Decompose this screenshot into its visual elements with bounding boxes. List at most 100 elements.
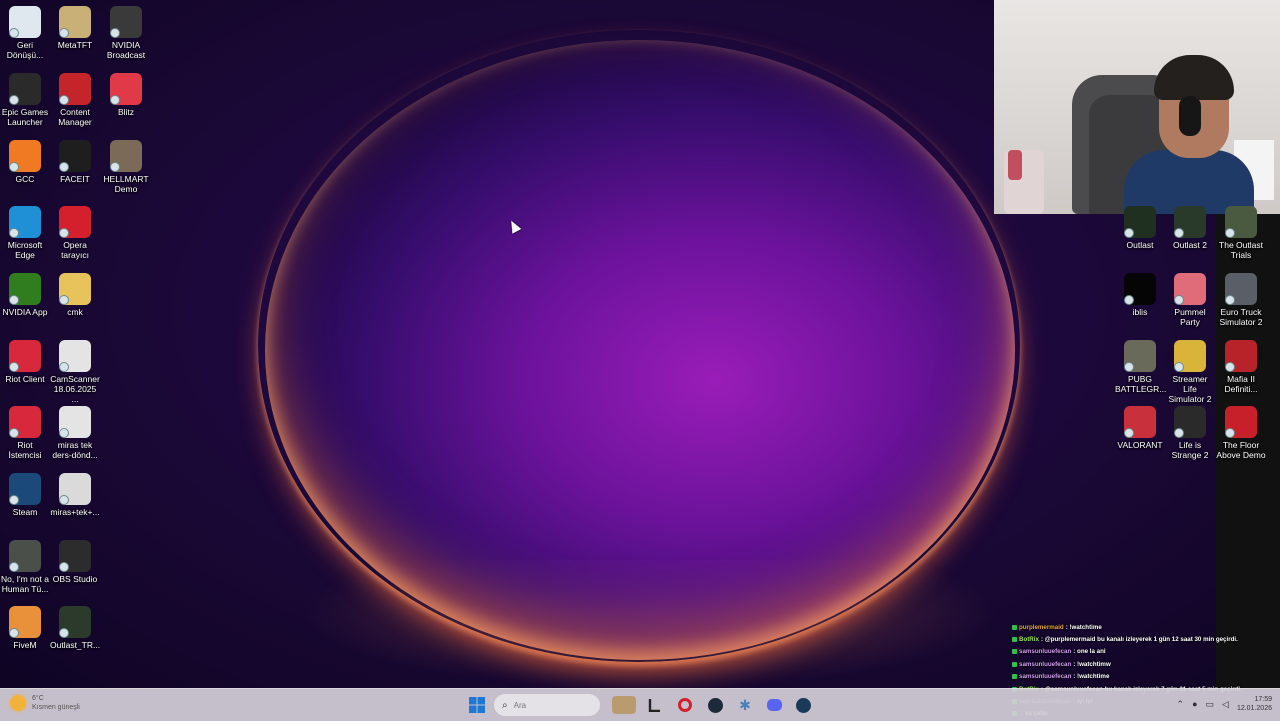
taskbar-terminal-icon[interactable] bbox=[646, 696, 664, 714]
life-is-strange-icon bbox=[1174, 406, 1206, 438]
desktop-shortcut[interactable]: Microsoft Edge bbox=[0, 206, 50, 260]
desktop-shortcut[interactable]: Streamer Life Simulator 2 bbox=[1165, 340, 1215, 404]
weather-widget[interactable]: 6°C Kısmen güneşli bbox=[10, 694, 80, 712]
desktop-shortcut-label: miras tek ders-dönd... bbox=[52, 440, 98, 460]
desktop-shortcut[interactable]: OBS Studio bbox=[50, 540, 100, 584]
desktop-shortcut[interactable]: GCC bbox=[0, 140, 50, 184]
sync-status-icon bbox=[59, 428, 69, 438]
desktop-shortcut[interactable]: miras+tek+... bbox=[50, 473, 100, 517]
desktop-shortcut[interactable]: Geri Dönüşü... bbox=[0, 6, 50, 60]
sync-status-icon bbox=[9, 362, 19, 372]
document-icon bbox=[59, 340, 91, 372]
desktop-shortcut[interactable]: MetaTFT bbox=[50, 6, 100, 50]
desktop-shortcut[interactable]: The Outlast Trials bbox=[1216, 206, 1266, 260]
chat-username: purplemermaid bbox=[1019, 623, 1064, 631]
sync-status-icon bbox=[1174, 228, 1184, 238]
desktop-shortcut-label: cmk bbox=[67, 307, 83, 317]
taskbar-opera-icon[interactable] bbox=[676, 696, 694, 714]
desktop-shortcut-label: FiveM bbox=[13, 640, 37, 650]
chat-message: samsunluuefecan: !watchtimw bbox=[1012, 658, 1280, 670]
pummel-party-icon bbox=[1174, 273, 1206, 305]
desktop-shortcut[interactable]: iblis bbox=[1115, 273, 1165, 317]
desktop-shortcut-label: Mafia II Definiti... bbox=[1224, 374, 1258, 394]
start-button[interactable] bbox=[468, 696, 486, 714]
desktop-shortcut[interactable]: Outlast bbox=[1115, 206, 1165, 250]
weather-temperature: 6°C bbox=[32, 695, 44, 702]
desktop-shortcut[interactable]: PUBG BATTLEGR... bbox=[1115, 340, 1166, 394]
desktop-shortcut[interactable]: The Floor Above Demo bbox=[1216, 406, 1266, 460]
desktop-shortcut[interactable]: NVIDIA Broadcast bbox=[101, 6, 151, 60]
chat-text: : @purplemermaid bu kanalı izleyerek 1 g… bbox=[1040, 636, 1238, 644]
chat-badge-icon bbox=[1012, 624, 1017, 630]
desktop-shortcut[interactable]: cmk bbox=[50, 273, 100, 317]
desktop-shortcut-label: Content Manager bbox=[58, 107, 92, 127]
desktop-shortcut[interactable]: Outlast 2 bbox=[1165, 206, 1215, 250]
desktop-shortcut[interactable]: Outlast_TR... bbox=[50, 606, 100, 650]
sync-status-icon bbox=[1174, 362, 1184, 372]
floor-above-icon bbox=[1225, 406, 1257, 438]
terminal-glyph-icon bbox=[648, 699, 660, 712]
desktop-shortcut[interactable]: Content Manager bbox=[50, 73, 100, 127]
desktop-shortcut[interactable]: HELLMART Demo bbox=[101, 140, 151, 194]
desktop-shortcut[interactable]: Mafia II Definiti... bbox=[1216, 340, 1266, 394]
obs-icon bbox=[59, 540, 91, 572]
desktop-shortcut[interactable]: Epic Games Launcher bbox=[0, 73, 50, 127]
desktop-shortcut[interactable]: Pummel Party bbox=[1165, 273, 1215, 327]
desktop-shortcut-label: Blitz bbox=[117, 107, 135, 117]
hellmart-icon bbox=[110, 140, 142, 172]
sync-status-icon bbox=[110, 28, 120, 38]
nvidia-broadcast-icon bbox=[110, 6, 142, 38]
sync-status-icon bbox=[59, 495, 69, 505]
sync-status-icon bbox=[1124, 428, 1134, 438]
desktop-shortcut[interactable]: Blitz bbox=[101, 73, 151, 117]
volume-icon[interactable]: ◁ bbox=[1222, 699, 1229, 710]
desktop-shortcut[interactable]: VALORANT bbox=[1115, 406, 1165, 450]
desktop-shortcut-label: The Outlast Trials bbox=[1219, 240, 1263, 260]
desktop-shortcut[interactable]: FiveM bbox=[0, 606, 50, 650]
windows-logo-icon bbox=[469, 697, 485, 713]
desktop-shortcut-label: iblis bbox=[1132, 307, 1148, 317]
sync-status-icon bbox=[9, 428, 19, 438]
gear-icon: ✱ bbox=[739, 696, 751, 713]
sync-status-icon bbox=[9, 628, 19, 638]
taskbar-steam-icon[interactable] bbox=[706, 696, 724, 714]
sync-status-icon bbox=[1225, 228, 1235, 238]
desktop-shortcut[interactable]: Steam bbox=[0, 473, 50, 517]
desktop-shortcut[interactable]: Opera tarayıcı bbox=[50, 206, 100, 260]
taskbar-steam2-icon[interactable] bbox=[794, 696, 812, 714]
desktop-shortcut-label: NVIDIA App bbox=[2, 307, 48, 317]
game-icon bbox=[9, 540, 41, 572]
sync-status-icon bbox=[1124, 228, 1134, 238]
network-icon[interactable]: ▭ bbox=[1206, 699, 1215, 710]
chat-message: BotRix: @purplemermaid bu kanalı izleyer… bbox=[1012, 633, 1280, 645]
sync-status-icon bbox=[1124, 295, 1134, 305]
desktop-shortcut[interactable]: NVIDIA App bbox=[0, 273, 50, 317]
sync-status-icon bbox=[59, 162, 69, 172]
desktop-shortcut[interactable]: FACEIT bbox=[50, 140, 100, 184]
taskbar-settings-icon[interactable]: ✱ bbox=[736, 696, 754, 714]
desktop-shortcut[interactable]: Life is Strange 2 bbox=[1165, 406, 1215, 460]
desktop-shortcut[interactable]: No, I'm not a Human Tü... bbox=[0, 540, 50, 594]
clock[interactable]: 17:59 12.01.2026 bbox=[1237, 695, 1272, 713]
desktop-shortcut-label: Riot İstemcisi bbox=[8, 440, 42, 460]
desktop-shortcut[interactable]: Riot Client bbox=[0, 340, 50, 384]
taskbar-widget-icon[interactable] bbox=[612, 696, 636, 714]
document-icon bbox=[59, 406, 91, 438]
desktop-shortcut[interactable]: Euro Truck Simulator 2 bbox=[1216, 273, 1266, 327]
desktop-shortcut-label: HELLMART Demo bbox=[103, 174, 149, 194]
desktop-shortcut-label: Streamer Life Simulator 2 bbox=[1168, 374, 1212, 404]
desktop-shortcut[interactable]: Riot İstemcisi bbox=[0, 406, 50, 460]
discord-icon bbox=[766, 699, 782, 711]
sync-status-icon bbox=[9, 295, 19, 305]
microphone-icon[interactable]: ● bbox=[1192, 699, 1197, 709]
desktop-shortcut[interactable]: miras tek ders-dönd... bbox=[50, 406, 100, 460]
webcam-person-body bbox=[1124, 150, 1254, 214]
chevron-up-icon[interactable]: ⌃ bbox=[1177, 699, 1185, 710]
sync-status-icon bbox=[59, 228, 69, 238]
blitz-icon bbox=[110, 73, 142, 105]
edge-icon bbox=[9, 206, 41, 238]
taskbar-discord-icon[interactable] bbox=[765, 696, 783, 714]
desktop-shortcut[interactable]: CamScanner 18.06.2025 ... bbox=[50, 340, 100, 404]
recycle-bin-icon bbox=[9, 6, 41, 38]
taskbar-search[interactable]: ⌕ Ara bbox=[494, 694, 600, 716]
